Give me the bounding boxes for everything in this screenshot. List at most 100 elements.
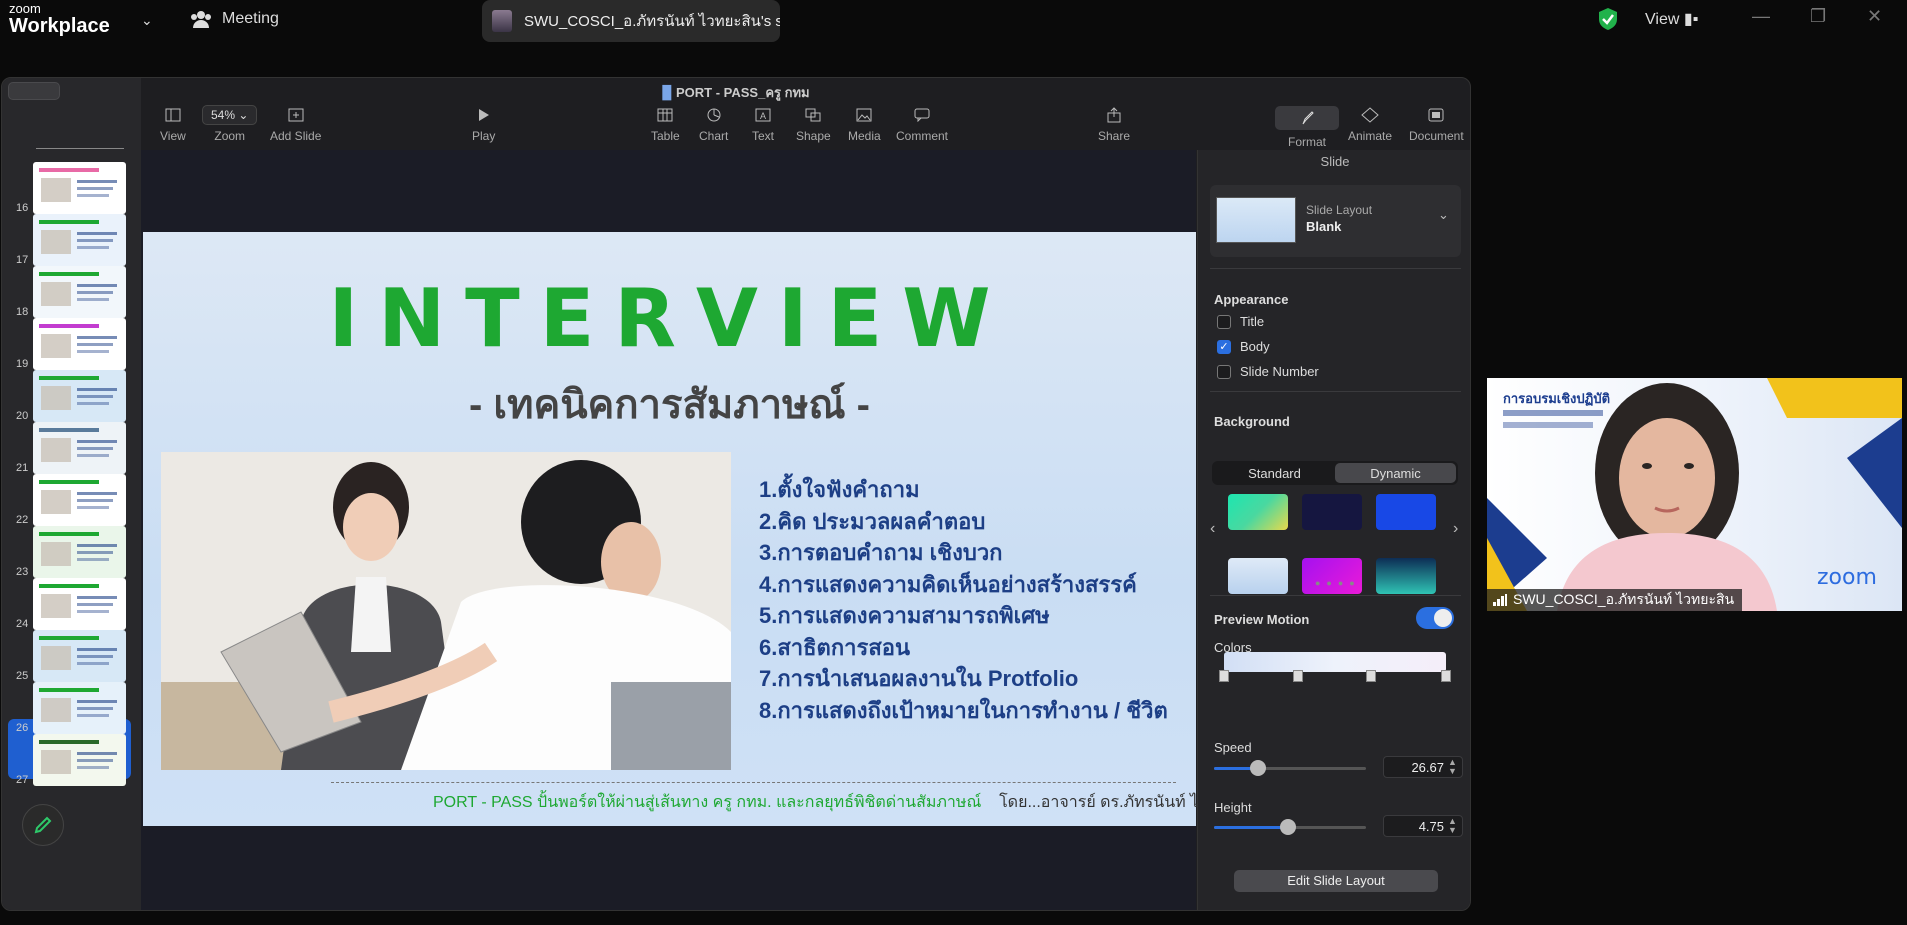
meeting-label: Meeting — [222, 10, 279, 27]
list-item: 7.การนำเสนอผลงานใน Protfolio — [759, 666, 1079, 691]
background-swatch[interactable] — [1302, 494, 1362, 530]
meeting-button[interactable]: Meeting — [190, 10, 279, 28]
slide-number-checkbox[interactable]: Slide Number — [1217, 364, 1319, 379]
toolbar-media[interactable]: Media — [848, 106, 881, 143]
title-checkbox[interactable]: Title — [1217, 314, 1264, 329]
chevron-left-icon[interactable]: ‹ — [1210, 520, 1215, 538]
appearance-heading: Appearance — [1214, 292, 1289, 307]
layout-thumbnail — [1216, 197, 1296, 243]
toolbar-table[interactable]: Table — [651, 106, 680, 143]
slide-thumbnail[interactable] — [33, 682, 126, 734]
restore-icon[interactable]: ❐ — [1810, 6, 1826, 27]
chevron-right-icon[interactable]: › — [1453, 520, 1458, 538]
toolbar-zoom[interactable]: 54% ⌄ Zoom — [202, 105, 258, 143]
toolbar-animate[interactable]: Animate — [1348, 106, 1392, 143]
background-swatch[interactable] — [1302, 558, 1362, 594]
stepper-icon[interactable]: ▲ ▼ — [1448, 758, 1457, 776]
slider-knob[interactable] — [1250, 760, 1266, 776]
participant-name-tag: SWU_COSCI_อ.ภัทรนันท์ ไวทยะสิน — [1487, 589, 1743, 611]
pen-icon — [34, 816, 52, 834]
technique-list[interactable]: 1.ตั้งใจฟังคำถาม 2.คิด ประมวลผลคำตอบ 3.ก… — [759, 474, 1168, 726]
slide-title[interactable]: INTERVIEW — [143, 272, 1196, 365]
toolbar-format-label: Format — [1287, 135, 1326, 149]
toolbar-document[interactable]: Document — [1409, 106, 1464, 143]
slide-number: 26 — [16, 722, 29, 734]
annotate-pen-button[interactable] — [22, 804, 64, 846]
svg-text:A: A — [760, 111, 766, 121]
slide-thumbnail[interactable] — [33, 214, 126, 266]
slide[interactable]: INTERVIEW - เทคนิคการสัมภาษณ์ - 1.ตั้งใจ… — [143, 232, 1256, 826]
toolbar-view[interactable]: View — [160, 106, 186, 143]
slide-thumbnail[interactable] — [33, 422, 126, 474]
slide-thumbnail[interactable] — [33, 266, 126, 318]
slide-thumbnail[interactable] — [33, 526, 126, 578]
slide-number: 18 — [16, 306, 29, 318]
toolbar-play[interactable]: Play — [472, 106, 495, 143]
background-swatch[interactable] — [1376, 558, 1436, 594]
gradient-stop-handle[interactable] — [1219, 670, 1229, 682]
slide-number: 24 — [16, 618, 29, 630]
sidebar-icon — [165, 106, 181, 124]
toolbar-share[interactable]: Share — [1098, 106, 1130, 143]
toolbar-add-slide[interactable]: Add Slide — [270, 106, 321, 143]
slide-thumbnail[interactable] — [33, 318, 126, 370]
toolbar-chart-label: Chart — [699, 129, 729, 143]
stepper-icon[interactable]: ▲ ▼ — [1448, 817, 1457, 835]
background-swatch[interactable] — [1228, 558, 1288, 594]
preview-motion-toggle[interactable] — [1416, 607, 1454, 629]
slide-number: 21 — [16, 462, 29, 474]
slider-knob[interactable] — [1280, 819, 1296, 835]
speed-slider[interactable] — [1214, 760, 1366, 776]
segment-standard[interactable]: Standard — [1214, 463, 1335, 483]
keynote-window: 16 17 18 19 20 21 22 23 24 25 26 27 ▉ PORT - PASS_ค… — [1, 77, 1471, 911]
slide-canvas[interactable]: INTERVIEW - เทคนิคการสัมภาษณ์ - 1.ตั้งใจ… — [141, 150, 1256, 910]
close-icon[interactable]: ✕ — [1867, 6, 1882, 27]
slide-number: 27 — [16, 774, 29, 786]
toolbar-format[interactable]: Format — [1275, 106, 1339, 149]
toolbar-comment[interactable]: Comment — [896, 106, 948, 143]
slide-thumbnail[interactable] — [33, 162, 126, 214]
slide-navigator[interactable]: 16 17 18 19 20 21 22 23 24 25 26 27 — [2, 78, 141, 910]
toolbar-text[interactable]: A Text — [752, 106, 774, 143]
table-icon — [657, 106, 673, 124]
slide-thumbnail[interactable] — [33, 630, 126, 682]
segment-dynamic[interactable]: Dynamic — [1335, 463, 1456, 483]
body-checkbox[interactable]: ✓ Body — [1217, 339, 1270, 354]
background-type-toggle[interactable]: Standard Dynamic — [1212, 461, 1458, 485]
toolbar-comment-label: Comment — [896, 129, 949, 143]
height-slider[interactable] — [1214, 819, 1366, 835]
slide-thumbnail[interactable] — [33, 474, 126, 526]
page-dots[interactable]: ●●●● — [1315, 578, 1361, 588]
minimize-icon[interactable]: — — [1752, 6, 1770, 27]
zoom-logo-small: zoom — [9, 1, 41, 16]
checkmark-icon: ✓ — [1217, 339, 1231, 354]
slide-thumbnail[interactable] — [33, 578, 126, 630]
slide-layout-picker[interactable]: Slide Layout Blank ⌄ — [1210, 185, 1461, 257]
slide-thumbnail[interactable] — [33, 734, 126, 786]
slide-number: 19 — [16, 358, 29, 370]
toolbar-shape[interactable]: Shape — [796, 106, 831, 143]
zoom-select[interactable]: 54% ⌄ — [202, 105, 258, 125]
slide-subtitle[interactable]: - เทคนิคการสัมภาษณ์ - — [143, 372, 1196, 436]
gradient-stop-handle[interactable] — [1441, 670, 1451, 682]
chevron-down-icon[interactable]: ⌄ — [141, 12, 153, 29]
zoom-logo[interactable]: zoom Workplace — [9, 2, 110, 36]
gradient-stop-handle[interactable] — [1293, 670, 1303, 682]
slide-footer[interactable]: PORT - PASS ปั้นพอร์ตให้ผ่านสู่เส้นทาง ค… — [433, 790, 1256, 815]
background-swatch[interactable] — [1376, 494, 1436, 530]
gradient-stop-handle[interactable] — [1366, 670, 1376, 682]
chevron-down-icon: ⌄ — [1438, 207, 1449, 222]
interview-photo[interactable] — [161, 452, 731, 770]
edit-slide-layout-button[interactable]: Edit Slide Layout — [1234, 870, 1438, 892]
security-shield-icon[interactable] — [1597, 7, 1619, 31]
toolbar-share-label: Share — [1098, 129, 1131, 143]
slide-thumbnail[interactable] — [33, 370, 126, 422]
color-gradient-bar[interactable] — [1224, 652, 1446, 672]
background-swatch[interactable] — [1228, 494, 1288, 530]
view-button[interactable]: View ▮▪ — [1645, 9, 1698, 29]
participant-video[interactable]: การอบรมเชิงปฏิบัติ zoom SWU_COSCI_อ.ภัทร… — [1487, 378, 1902, 611]
height-value: 4.75 — [1418, 819, 1444, 834]
share-icon — [1107, 106, 1121, 124]
screen-share-indicator[interactable]: SWU_COSCI_อ.ภัทรนันท์ ไวทยะสิน's s ••• — [482, 0, 780, 42]
toolbar-chart[interactable]: Chart — [699, 106, 728, 143]
